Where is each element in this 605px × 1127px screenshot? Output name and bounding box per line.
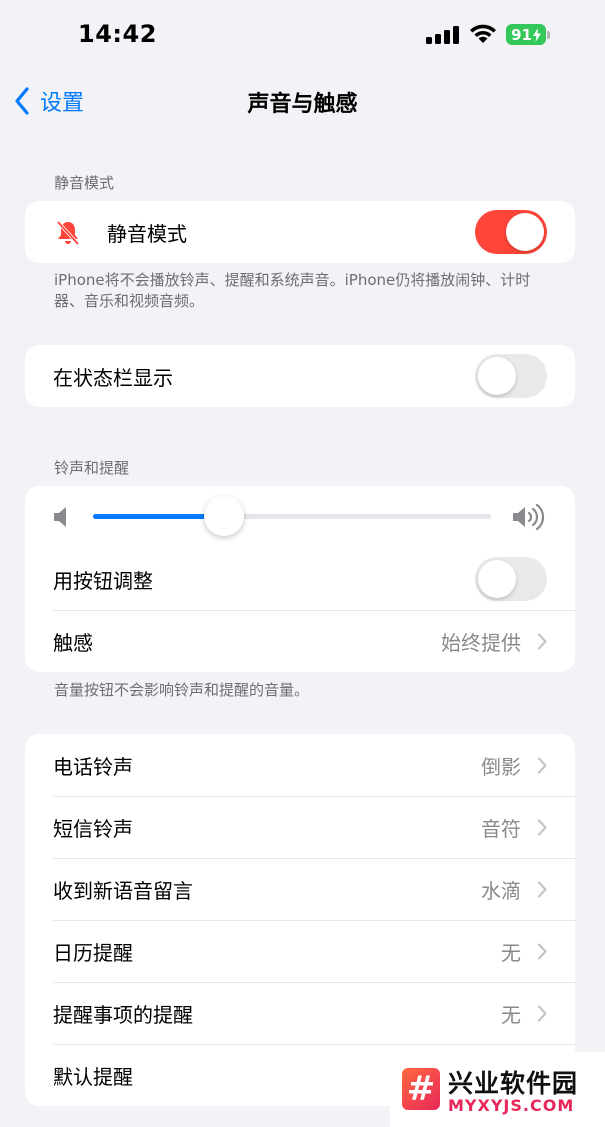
row-label: 收到新语音留言 (53, 878, 193, 903)
haptics-value: 始终提供 (441, 630, 521, 655)
silent-section-header: 静音模式 (54, 174, 115, 192)
row-label: 默认提醒 (53, 1064, 133, 1089)
silent-mode-toggle[interactable] (475, 210, 547, 254)
chevron-right-icon (537, 819, 547, 836)
row-value: 无 (501, 940, 521, 965)
silent-mode-row: 静音模式 (25, 201, 575, 263)
chevron-right-icon (537, 1005, 547, 1022)
battery-icon: 91 (506, 24, 546, 45)
cellular-signal-icon (426, 26, 460, 44)
reminder-alerts-row[interactable]: 提醒事项的提醒 无 (25, 982, 575, 1044)
sounds-group: 电话铃声 倒影 短信铃声 音符 收到新语音留言 水滴 日历提醒 无 提醒事项的提… (25, 734, 575, 1106)
status-bar: 14:42 91 (0, 0, 605, 70)
haptics-row[interactable]: 触感 始终提供 (25, 610, 575, 672)
watermark-name: 兴业软件园 (448, 1069, 579, 1098)
toggle-knob (478, 357, 516, 395)
ringtone-row[interactable]: 电话铃声 倒影 (25, 734, 575, 796)
silent-section-footer: iPhone将不会播放铃声、提醒和系统声音。iPhone仍将播放闹钟、计时器、音… (54, 271, 531, 310)
calendar-alerts-row[interactable]: 日历提醒 无 (25, 920, 575, 982)
row-label: 提醒事项的提醒 (53, 1002, 193, 1027)
show-in-status-bar-row: 在状态栏显示 (25, 345, 575, 407)
row-label: 短信铃声 (53, 816, 133, 841)
ringtone-group: 用按钮调整 触感 始终提供 (25, 486, 575, 672)
volume-slider[interactable] (93, 496, 491, 536)
speaker-low-icon (54, 507, 66, 527)
row-label: 电话铃声 (53, 754, 133, 779)
watermark: # 兴业软件园 MYXYJS.COM (390, 1052, 605, 1127)
silent-mode-group: 静音模式 (25, 201, 575, 263)
show-in-status-bar-toggle[interactable] (475, 354, 547, 398)
chevron-right-icon (537, 633, 547, 650)
adjust-with-buttons-toggle[interactable] (475, 557, 547, 601)
ringtone-section-header: 铃声和提醒 (54, 459, 130, 477)
show-in-status-bar-label: 在状态栏显示 (53, 365, 173, 390)
silent-mode-label: 静音模式 (107, 221, 187, 246)
ringtone-section-footer: 音量按钮不会影响铃声和提醒的音量。 (54, 681, 310, 699)
row-value: 倒影 (481, 754, 521, 779)
speaker-high-icon (513, 503, 545, 531)
new-voicemail-row[interactable]: 收到新语音留言 水滴 (25, 858, 575, 920)
watermark-logo: # (402, 1068, 440, 1110)
row-value: 水滴 (481, 878, 521, 903)
battery-nub (547, 31, 550, 39)
page-title: 声音与触感 (247, 92, 358, 117)
toggle-knob (506, 213, 544, 251)
adjust-with-buttons-row: 用按钮调整 (25, 548, 575, 610)
row-value: 无 (501, 1002, 521, 1027)
wifi-icon (470, 24, 496, 43)
volume-slider-row (25, 486, 575, 548)
toggle-knob (478, 560, 516, 598)
row-label: 日历提醒 (53, 940, 133, 965)
chevron-right-icon (537, 757, 547, 774)
status-time: 14:42 (78, 20, 157, 48)
row-value: 音符 (481, 816, 521, 841)
bell-slash-icon (56, 220, 80, 246)
haptics-label: 触感 (53, 630, 93, 655)
chevron-right-icon (537, 943, 547, 960)
adjust-with-buttons-label: 用按钮调整 (53, 568, 153, 593)
status-bar-display-group: 在状态栏显示 (25, 345, 575, 407)
chevron-right-icon (537, 881, 547, 898)
watermark-url: MYXYJS.COM (448, 1096, 575, 1115)
text-tone-row[interactable]: 短信铃声 音符 (25, 796, 575, 858)
battery-level: 91 (511, 25, 532, 44)
volume-slider-handle[interactable] (204, 496, 245, 536)
charging-bolt-icon (532, 27, 541, 42)
